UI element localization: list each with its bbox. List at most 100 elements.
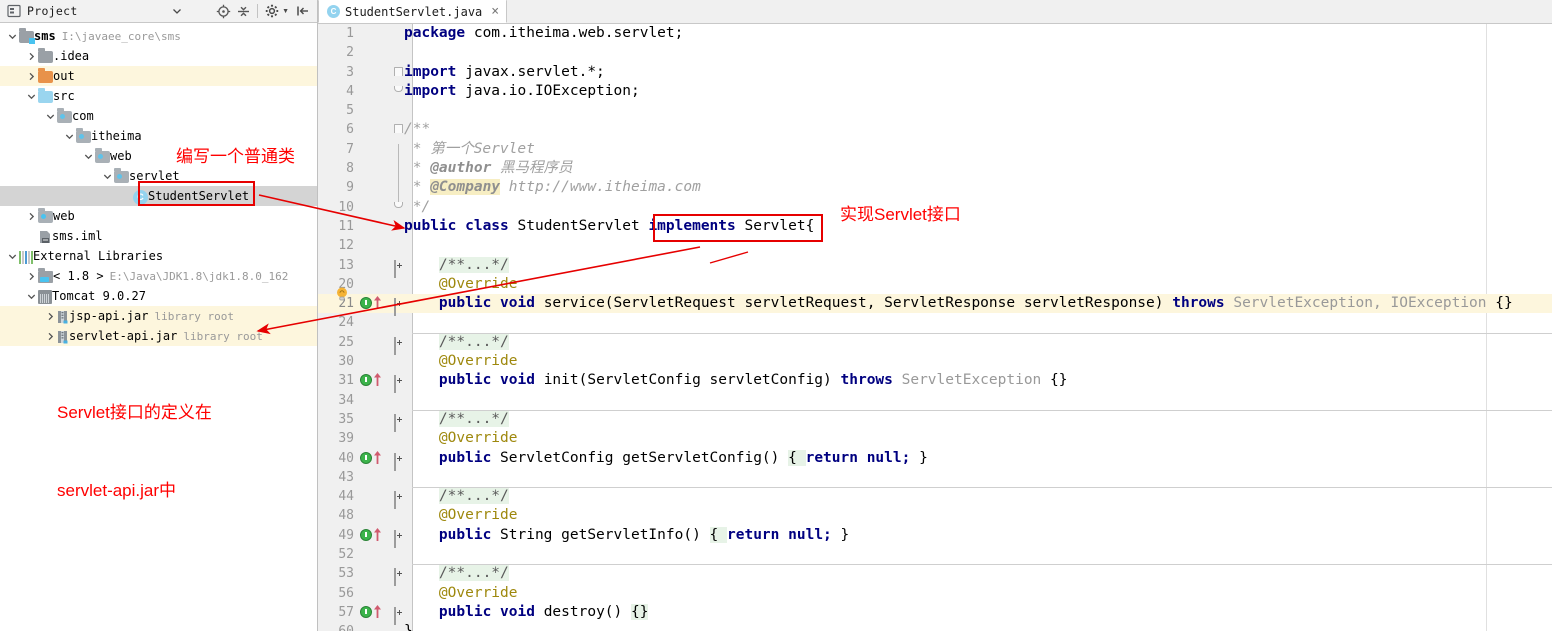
code-token: java.io.IOException; xyxy=(465,83,640,99)
overriding-method-icon[interactable] xyxy=(373,295,382,310)
chevron-down-icon[interactable] xyxy=(167,1,187,21)
overriding-method-icon[interactable] xyxy=(373,527,382,542)
folder-source-icon xyxy=(38,91,53,103)
tree-item-sms-iml[interactable]: sms.iml xyxy=(0,226,317,246)
tree-item-out[interactable]: out xyxy=(0,66,317,86)
code-text: public void destroy() {} xyxy=(404,603,648,622)
gear-icon[interactable] xyxy=(262,1,282,21)
close-icon[interactable]: × xyxy=(491,5,499,18)
run-method-icon[interactable] xyxy=(360,606,372,618)
tree-twisty-expanded[interactable] xyxy=(25,290,38,303)
code-token: { xyxy=(710,527,727,543)
code-token xyxy=(404,276,439,292)
code-line-7[interactable]: 7 * 第一个Servlet xyxy=(318,140,1552,159)
tree-item-sms[interactable]: smsI:\javaee_core\sms xyxy=(0,26,317,46)
tree-twisty-collapsed[interactable] xyxy=(25,210,38,223)
code-token: public xyxy=(439,527,500,543)
tree-twisty-expanded[interactable] xyxy=(101,170,114,183)
tree-item-tomcat-9-0-27[interactable]: Tomcat 9.0.27 xyxy=(0,286,317,306)
code-line-24[interactable]: 24 xyxy=(318,313,1552,332)
gear-dropdown-caret-icon[interactable]: ▼ xyxy=(282,8,289,15)
tree-item-web[interactable]: web xyxy=(0,206,317,226)
code-line-6[interactable]: 6/** xyxy=(318,120,1552,139)
tree-twisty-none xyxy=(120,190,133,203)
overriding-method-icon[interactable] xyxy=(373,604,382,619)
tree-item-1-8[interactable]: < 1.8 >E:\Java\JDK1.8\jdk1.8.0_162 xyxy=(0,266,317,286)
tree-twisty-expanded[interactable] xyxy=(6,250,19,263)
code-token: String getServletInfo() xyxy=(500,527,710,543)
code-line-60[interactable]: 60} xyxy=(318,622,1552,631)
code-line-31[interactable]: 31 public void init(ServletConfig servle… xyxy=(318,371,1552,390)
tree-twisty-expanded[interactable] xyxy=(25,90,38,103)
code-line-57[interactable]: 57 public void destroy() {} xyxy=(318,603,1552,622)
run-method-icon[interactable] xyxy=(360,529,372,541)
tree-item-jsp-api-jar[interactable]: jsp-api.jarlibrary root xyxy=(0,306,317,326)
code-token: StudentServlet xyxy=(518,218,649,234)
code-line-9[interactable]: 9 * @Company http://www.itheima.com xyxy=(318,178,1552,197)
code-line-2[interactable]: 2 xyxy=(318,43,1552,62)
code-line-3[interactable]: 3import javax.servlet.*; xyxy=(318,63,1552,82)
run-method-icon[interactable] xyxy=(360,452,372,464)
code-line-1[interactable]: 1package com.itheima.web.servlet; xyxy=(318,24,1552,43)
code-text: import java.io.IOException; xyxy=(404,82,640,101)
tree-item-studentservlet[interactable]: CStudentServlet xyxy=(0,186,317,206)
tree-item-idea[interactable]: .idea xyxy=(0,46,317,66)
code-token: ServletConfig getServletConfig() xyxy=(500,450,788,466)
tree-twisty-collapsed[interactable] xyxy=(44,310,57,323)
line-number: 10 xyxy=(318,198,354,217)
tree-twisty-collapsed[interactable] xyxy=(25,70,38,83)
code-line-56[interactable]: 56 @Override xyxy=(318,584,1552,603)
code-token: @Override xyxy=(439,353,518,369)
project-panel-title: Project xyxy=(27,4,78,18)
tree-item-servlet-api-jar[interactable]: servlet-api.jarlibrary root xyxy=(0,326,317,346)
tree-twisty-expanded[interactable] xyxy=(63,130,76,143)
line-number: 9 xyxy=(318,178,354,197)
code-line-25[interactable]: 25 /**...*/ xyxy=(318,333,1552,352)
overriding-method-icon[interactable] xyxy=(373,450,382,465)
code-line-13[interactable]: 13 /**...*/ xyxy=(318,256,1552,275)
code-line-4[interactable]: 4import java.io.IOException; xyxy=(318,82,1552,101)
code-line-44[interactable]: 44 /**...*/ xyxy=(318,487,1552,506)
locate-icon[interactable] xyxy=(213,1,233,21)
code-line-30[interactable]: 30 @Override xyxy=(318,352,1552,371)
code-line-34[interactable]: 34 xyxy=(318,391,1552,410)
run-method-icon[interactable] xyxy=(360,374,372,386)
tree-twisty-expanded[interactable] xyxy=(44,110,57,123)
tree-twisty-collapsed[interactable] xyxy=(44,330,57,343)
code-line-49[interactable]: 49 public String getServletInfo() { retu… xyxy=(318,526,1552,545)
tree-twisty-expanded[interactable] xyxy=(6,30,19,43)
code-line-5[interactable]: 5 xyxy=(318,101,1552,120)
code-line-8[interactable]: 8 * @author 黑马程序员 xyxy=(318,159,1552,178)
code-line-35[interactable]: 35 /**...*/ xyxy=(318,410,1552,429)
intention-bulb-icon[interactable] xyxy=(334,286,350,302)
overriding-method-icon[interactable] xyxy=(373,372,382,387)
editor-tab-studentservlet[interactable]: C StudentServlet.java × xyxy=(318,0,507,23)
code-line-43[interactable]: 43 xyxy=(318,468,1552,487)
code-line-39[interactable]: 39 @Override xyxy=(318,429,1552,448)
hide-panel-icon[interactable] xyxy=(293,1,313,21)
code-token xyxy=(404,585,439,601)
code-line-12[interactable]: 12 xyxy=(318,236,1552,255)
tree-item-com[interactable]: com xyxy=(0,106,317,126)
tree-item-external-libraries[interactable]: External Libraries xyxy=(0,246,317,266)
run-method-icon[interactable] xyxy=(360,297,372,309)
tree-twisty-expanded[interactable] xyxy=(82,150,95,163)
tree-item-src[interactable]: src xyxy=(0,86,317,106)
tree-twisty-collapsed[interactable] xyxy=(25,50,38,63)
code-token: @author xyxy=(430,160,491,176)
code-line-48[interactable]: 48 @Override xyxy=(318,506,1552,525)
code-line-21[interactable]: 21 public void service(ServletRequest se… xyxy=(318,294,1552,313)
tree-item-servlet[interactable]: servlet xyxy=(0,166,317,186)
code-line-52[interactable]: 52 xyxy=(318,545,1552,564)
method-separator xyxy=(412,333,1552,334)
code-token: {} xyxy=(1495,295,1512,311)
code-token xyxy=(404,353,439,369)
code-editor[interactable]: 1package com.itheima.web.servlet;23impor… xyxy=(318,24,1552,631)
code-line-40[interactable]: 40 public ServletConfig getServletConfig… xyxy=(318,449,1552,468)
code-text: /**...*/ xyxy=(404,564,509,583)
collapse-all-icon[interactable] xyxy=(233,1,253,21)
tree-twisty-collapsed[interactable] xyxy=(25,270,38,283)
code-line-20[interactable]: 20 @Override xyxy=(318,275,1552,294)
code-line-53[interactable]: 53 /**...*/ xyxy=(318,564,1552,583)
code-lines[interactable]: 1package com.itheima.web.servlet;23impor… xyxy=(318,24,1552,631)
